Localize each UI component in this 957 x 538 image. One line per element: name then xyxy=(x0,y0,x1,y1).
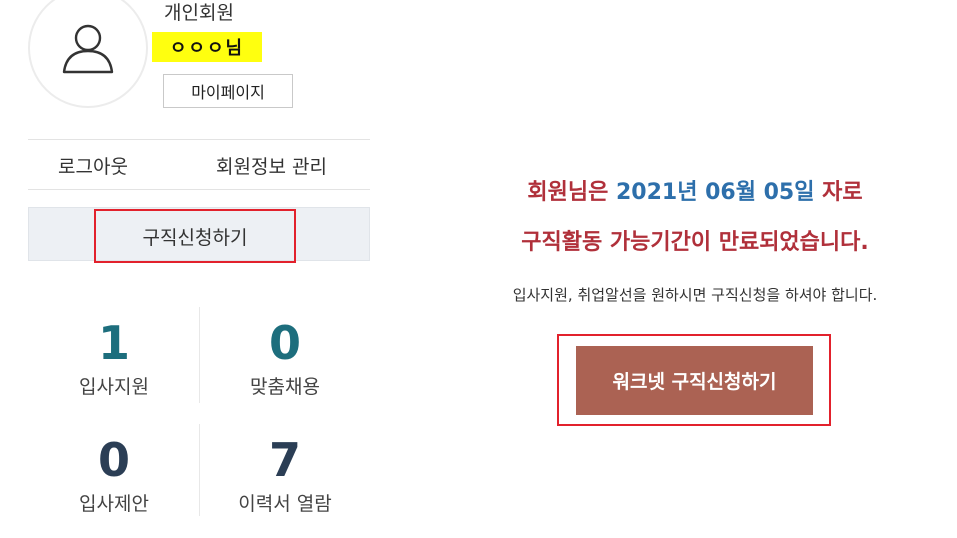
stat-resume-views-label: 이력서 열람 xyxy=(238,493,332,515)
user-icon xyxy=(62,24,114,74)
stat-job-offers-value: 0 xyxy=(97,433,130,487)
stat-job-offers[interactable]: 0 입사제안 xyxy=(29,435,199,516)
stat-job-offers-label: 입사제안 xyxy=(79,493,149,515)
member-name: ㅇㅇㅇ님 xyxy=(152,32,262,62)
member-type-label: 개인회원 xyxy=(164,2,234,24)
avatar xyxy=(28,0,148,108)
worknet-apply-button[interactable]: 워크넷 구직신청하기 xyxy=(576,346,813,415)
stat-matched-jobs[interactable]: 0 맞춤채용 xyxy=(200,318,370,399)
manage-info-link[interactable]: 회원정보 관리 xyxy=(216,152,327,179)
mypage-button[interactable]: 마이페이지 xyxy=(163,74,293,108)
stat-resume-views-value: 7 xyxy=(268,433,301,487)
logout-link[interactable]: 로그아웃 xyxy=(58,152,128,179)
expiry-notice-line1: 회원님은 2021년 06월 05일 자로 xyxy=(455,174,935,206)
stat-applications-label: 입사지원 xyxy=(79,376,149,398)
divider xyxy=(28,139,370,140)
stat-resume-views[interactable]: 7 이력서 열람 xyxy=(200,435,370,516)
notice-prefix: 회원님은 xyxy=(527,180,616,205)
notice-date: 2021년 06월 05일 xyxy=(615,180,815,205)
stat-matched-jobs-value: 0 xyxy=(268,316,301,370)
notice-suffix: 자로 xyxy=(814,180,863,205)
divider xyxy=(28,189,370,190)
expiry-notice-line2: 구직활동 가능기간이 만료되었습니다. xyxy=(521,230,869,255)
stat-matched-jobs-label: 맞춤채용 xyxy=(250,376,320,398)
apply-job-button[interactable]: 구직신청하기 xyxy=(94,209,296,263)
notice-subtext: 입사지원, 취업알선을 원하시면 구직신청을 하셔야 합니다. xyxy=(512,286,878,304)
stat-applications[interactable]: 1 입사지원 xyxy=(29,318,199,399)
stat-applications-value: 1 xyxy=(97,316,130,370)
